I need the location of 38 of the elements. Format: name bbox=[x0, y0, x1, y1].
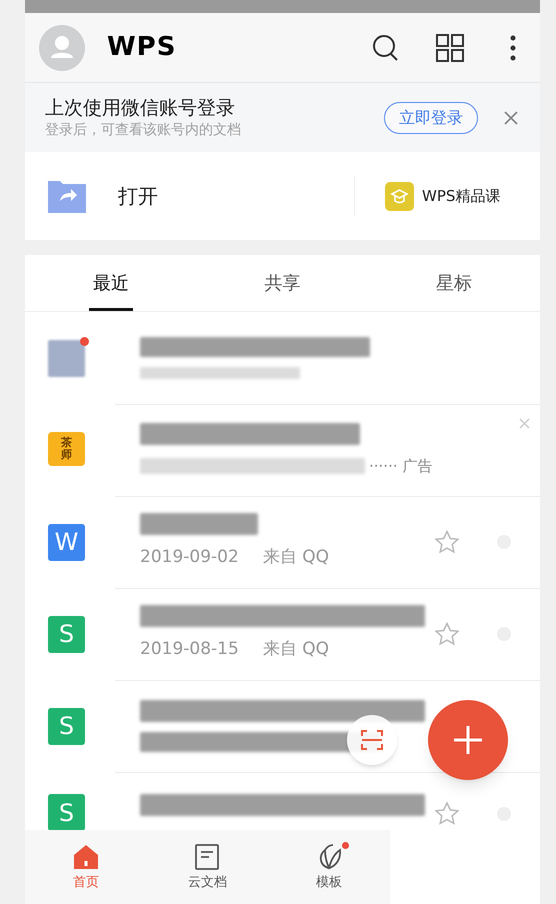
home-icon bbox=[72, 844, 99, 870]
banner-subtitle: 登录后，可查看该账号内的文档 bbox=[45, 120, 242, 140]
tab[interactable]: 共享 bbox=[196, 255, 368, 311]
file-type-icon: S bbox=[48, 794, 85, 830]
file-row[interactable]: W 2019-09-02 来自 QQ bbox=[25, 496, 540, 588]
ad-label: ······ 广告 bbox=[369, 456, 432, 477]
plus-icon bbox=[454, 726, 482, 754]
file-source: 来自 QQ bbox=[262, 546, 329, 570]
more-icon[interactable] bbox=[510, 34, 516, 60]
app-logo: WPS bbox=[107, 31, 176, 64]
search-icon[interactable] bbox=[372, 34, 400, 62]
scan-icon bbox=[361, 729, 383, 751]
open-button[interactable]: 打开 bbox=[25, 176, 355, 216]
star-icon[interactable] bbox=[435, 802, 459, 825]
document-icon bbox=[195, 844, 220, 870]
app-icon: 茶师 bbox=[48, 432, 85, 466]
star-icon[interactable] bbox=[435, 622, 459, 646]
file-date: 2019-08-15 bbox=[140, 638, 239, 662]
folder-share-icon bbox=[48, 179, 86, 213]
tab[interactable]: 星标 bbox=[368, 255, 540, 311]
graduation-cap-icon bbox=[385, 182, 414, 210]
star-icon[interactable] bbox=[435, 530, 459, 554]
file-type-icon: W bbox=[48, 524, 85, 560]
nav-tab[interactable]: 云文档 bbox=[146, 830, 268, 904]
tab[interactable]: 最近 bbox=[25, 255, 197, 311]
banner-title: 上次使用微信账号登录 bbox=[45, 96, 236, 120]
file-type-icon: S bbox=[48, 616, 85, 652]
grid-icon[interactable] bbox=[436, 34, 464, 62]
close-icon[interactable] bbox=[504, 110, 518, 124]
file-date: 2019-09-02 bbox=[140, 546, 239, 570]
file-row[interactable]: 茶师 ······ 广告 bbox=[25, 404, 540, 496]
login-button[interactable]: 立即登录 bbox=[384, 102, 478, 134]
file-source: 来自 QQ bbox=[262, 638, 329, 662]
course-button[interactable]: WPS精品课 bbox=[355, 182, 500, 210]
nav-tab[interactable]: 模板 bbox=[268, 830, 390, 904]
scan-button[interactable] bbox=[347, 715, 397, 765]
folder-icon bbox=[48, 340, 85, 376]
file-type-icon: S bbox=[48, 708, 85, 744]
